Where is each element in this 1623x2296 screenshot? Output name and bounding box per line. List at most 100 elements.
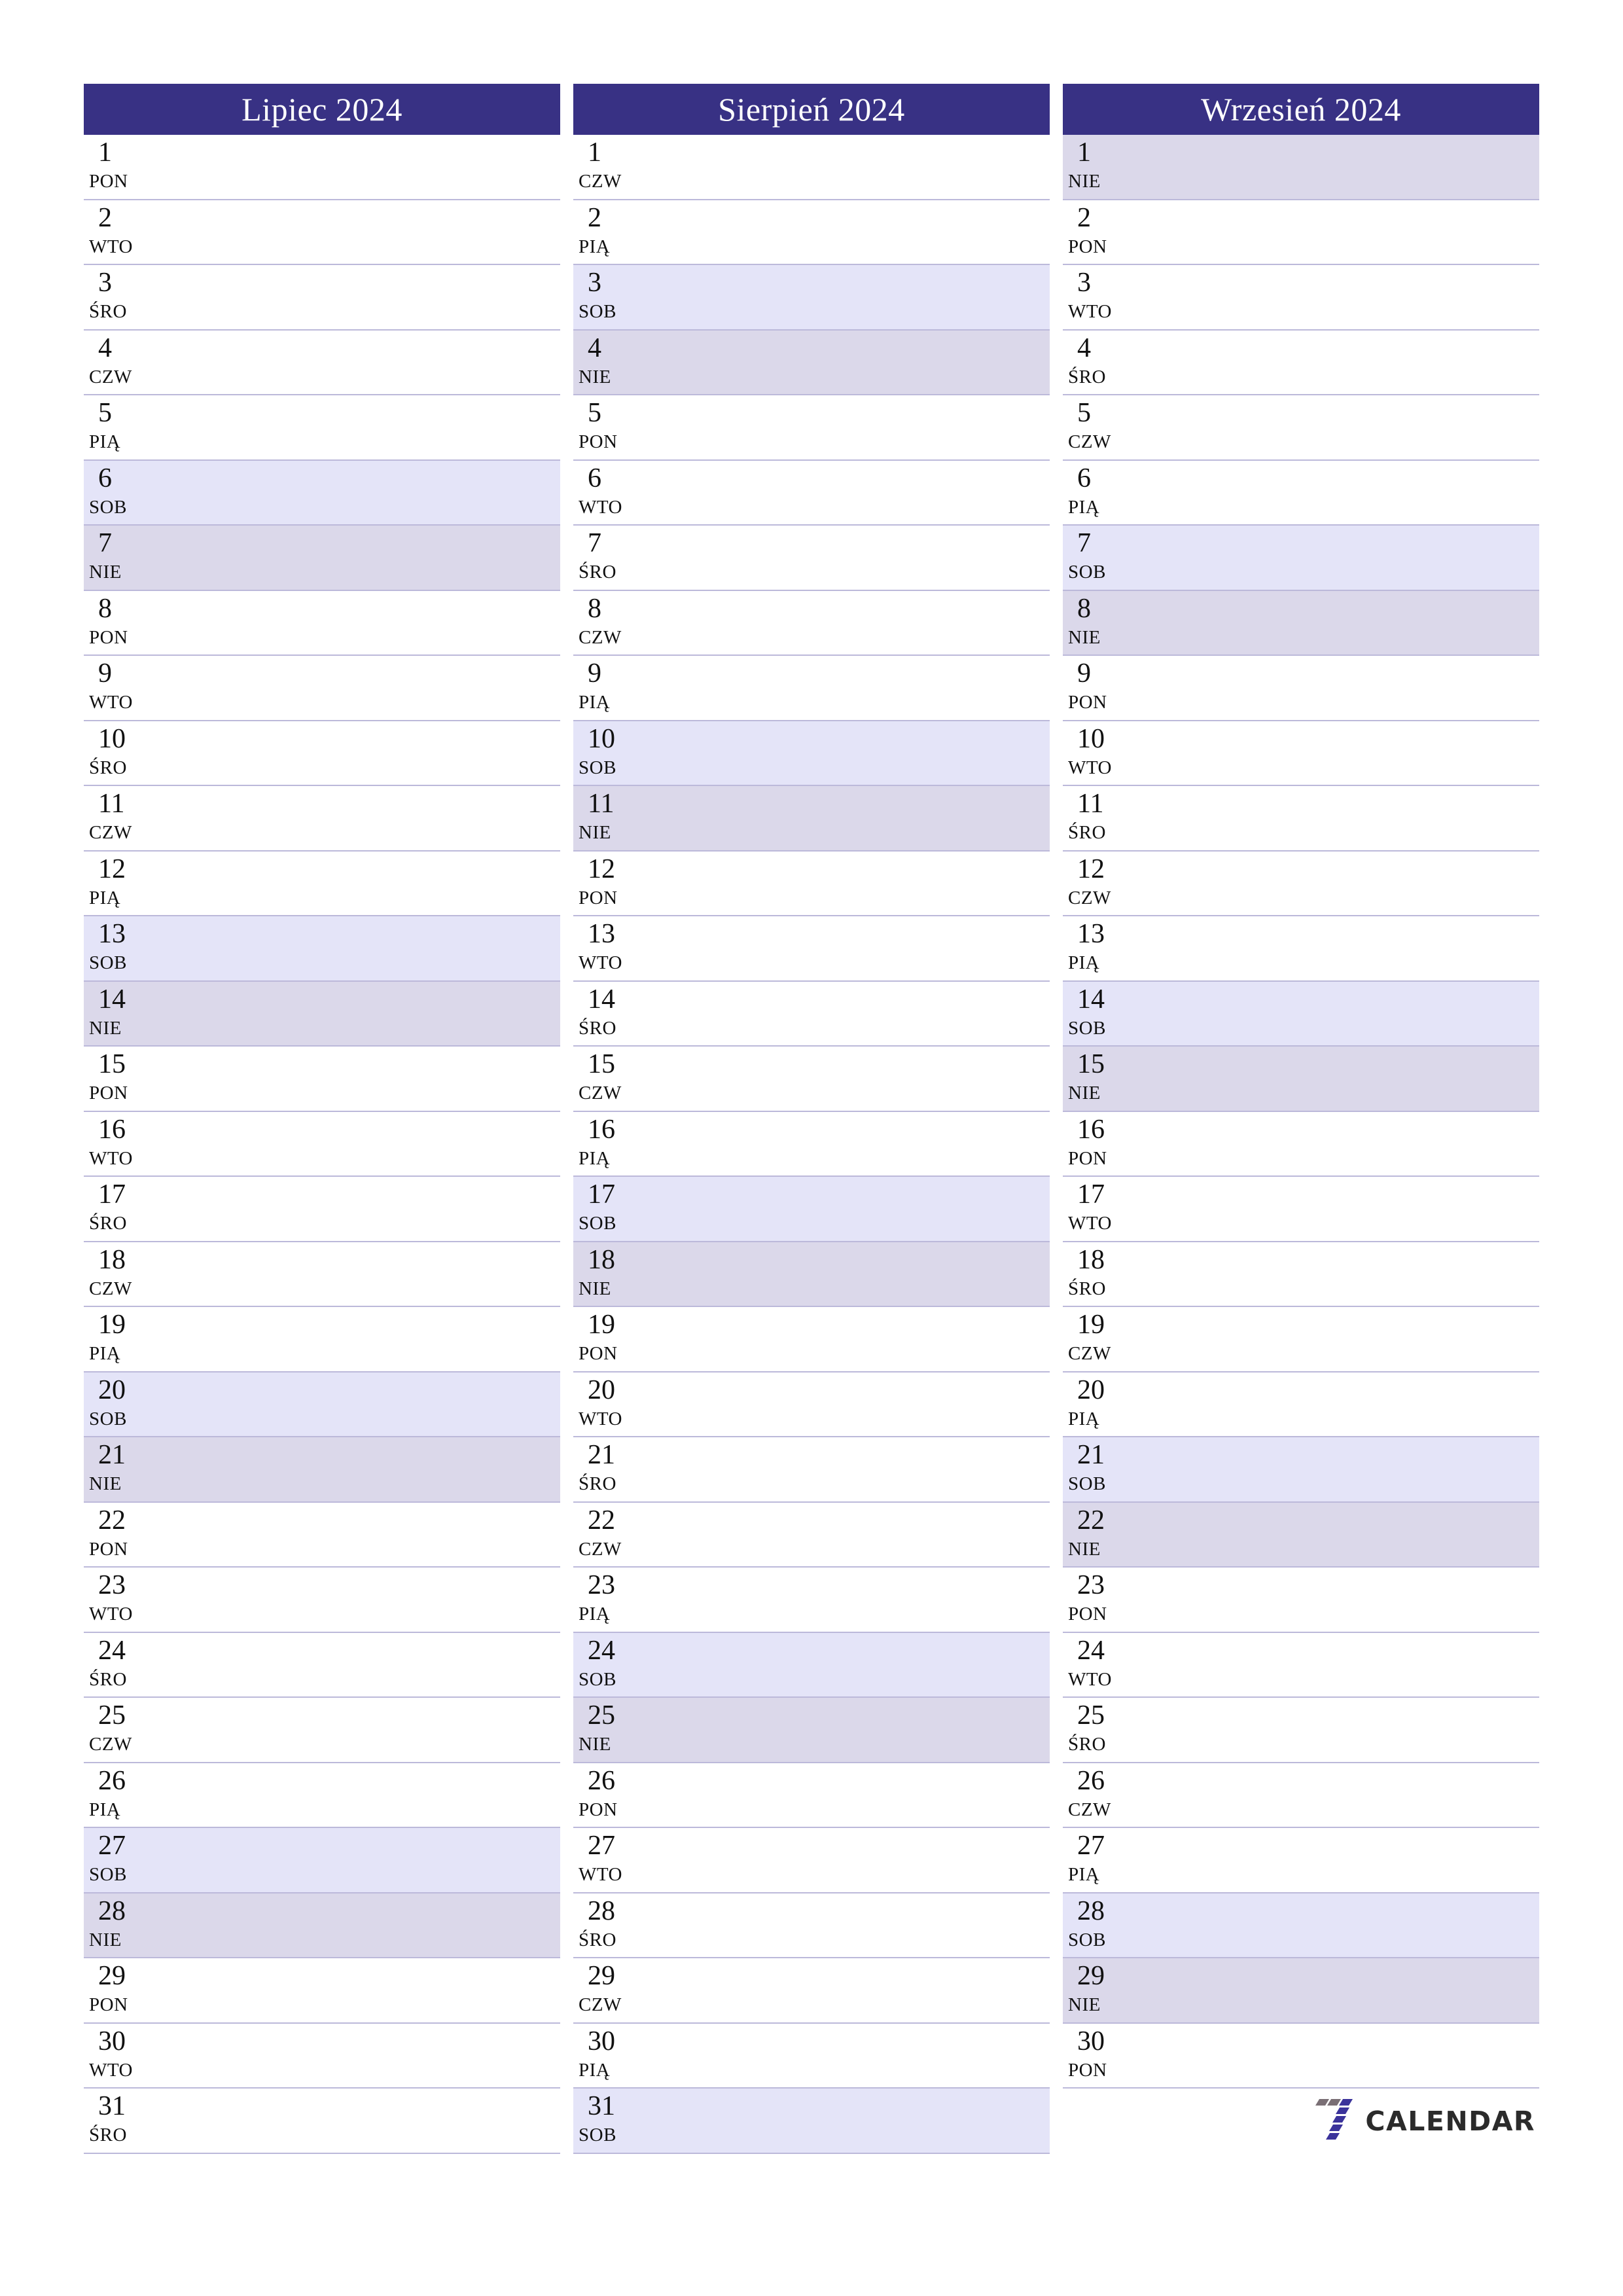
day-row[interactable]: 6 WTO <box>573 460 1050 526</box>
day-row[interactable]: 18 ŚRO <box>1063 1242 1539 1307</box>
day-row[interactable]: 1 PON <box>84 135 560 200</box>
day-row[interactable]: 3 SOB <box>573 265 1050 331</box>
day-row[interactable]: 17 WTO <box>1063 1177 1539 1242</box>
day-row[interactable]: 30 PON <box>1063 2023 1539 2089</box>
day-row[interactable]: 2 WTO <box>84 200 560 265</box>
day-row[interactable]: 28 NIE <box>84 1893 560 1958</box>
day-row[interactable]: 16 WTO <box>84 1111 560 1177</box>
day-row[interactable]: 15 CZW <box>573 1047 1050 1112</box>
day-row[interactable]: 10 WTO <box>1063 721 1539 786</box>
day-weekday: PON <box>579 431 618 452</box>
day-row[interactable]: 21 NIE <box>84 1437 560 1503</box>
day-row[interactable]: 15 NIE <box>1063 1047 1539 1112</box>
day-row[interactable]: 29 CZW <box>573 1958 1050 2024</box>
day-row[interactable]: 22 PON <box>84 1502 560 1568</box>
day-row[interactable]: 7 SOB <box>1063 526 1539 591</box>
day-row[interactable]: 10 ŚRO <box>84 721 560 786</box>
day-row[interactable]: 31 SOB <box>573 2089 1050 2154</box>
day-row[interactable]: 7 NIE <box>84 526 560 591</box>
day-row[interactable]: 26 PIĄ <box>84 1763 560 1828</box>
day-row[interactable]: 12 PON <box>573 851 1050 916</box>
day-row[interactable]: 4 CZW <box>84 330 560 395</box>
day-row[interactable]: 23 PIĄ <box>573 1568 1050 1633</box>
day-row[interactable]: 25 CZW <box>84 1698 560 1763</box>
day-row[interactable]: 19 CZW <box>1063 1307 1539 1372</box>
day-row[interactable]: 8 CZW <box>573 590 1050 656</box>
day-row[interactable]: 9 WTO <box>84 656 560 721</box>
day-row[interactable]: 25 NIE <box>573 1698 1050 1763</box>
day-row[interactable]: 19 PIĄ <box>84 1307 560 1372</box>
day-row[interactable]: 29 NIE <box>1063 1958 1539 2024</box>
day-row[interactable]: 11 CZW <box>84 786 560 852</box>
day-row[interactable]: 27 WTO <box>573 1828 1050 1893</box>
day-number: 25 <box>588 1700 615 1731</box>
day-row[interactable]: 8 PON <box>84 590 560 656</box>
day-row[interactable]: 20 WTO <box>573 1372 1050 1437</box>
day-row[interactable]: 17 SOB <box>573 1177 1050 1242</box>
day-row[interactable]: 26 PON <box>573 1763 1050 1828</box>
day-row[interactable]: 28 ŚRO <box>573 1893 1050 1958</box>
day-row[interactable]: 14 SOB <box>1063 981 1539 1047</box>
day-row[interactable]: 4 NIE <box>573 330 1050 395</box>
day-row[interactable]: 10 SOB <box>573 721 1050 786</box>
day-row[interactable]: 27 PIĄ <box>1063 1828 1539 1893</box>
day-row[interactable]: 23 PON <box>1063 1568 1539 1633</box>
day-row[interactable]: 28 SOB <box>1063 1893 1539 1958</box>
day-row[interactable]: 1 CZW <box>573 135 1050 200</box>
day-row[interactable]: 14 NIE <box>84 981 560 1047</box>
day-row[interactable]: 3 WTO <box>1063 265 1539 331</box>
day-row[interactable]: 5 CZW <box>1063 395 1539 461</box>
day-row[interactable]: 11 NIE <box>573 786 1050 852</box>
day-row[interactable]: 12 CZW <box>1063 851 1539 916</box>
day-row[interactable]: 11 ŚRO <box>1063 786 1539 852</box>
day-row[interactable]: 31 ŚRO <box>84 2089 560 2154</box>
day-number: 29 <box>98 1961 126 1991</box>
day-row[interactable]: 2 PIĄ <box>573 200 1050 265</box>
day-row[interactable]: 17 ŚRO <box>84 1177 560 1242</box>
day-row[interactable]: 20 PIĄ <box>1063 1372 1539 1437</box>
day-row[interactable]: 7 ŚRO <box>573 526 1050 591</box>
day-row[interactable]: 4 ŚRO <box>1063 330 1539 395</box>
day-row[interactable]: 18 CZW <box>84 1242 560 1307</box>
day-weekday: WTO <box>579 1408 623 1429</box>
day-row[interactable]: 21 ŚRO <box>573 1437 1050 1503</box>
day-row[interactable]: 30 PIĄ <box>573 2023 1050 2089</box>
day-row[interactable]: 24 ŚRO <box>84 1632 560 1698</box>
day-row[interactable]: 24 SOB <box>573 1632 1050 1698</box>
day-row[interactable]: 18 NIE <box>573 1242 1050 1307</box>
day-row[interactable]: 5 PIĄ <box>84 395 560 461</box>
day-row[interactable]: 3 ŚRO <box>84 265 560 331</box>
day-row[interactable]: 6 SOB <box>84 460 560 526</box>
day-row[interactable]: 15 PON <box>84 1047 560 1112</box>
day-row[interactable]: 22 CZW <box>573 1502 1050 1568</box>
day-row[interactable]: 23 WTO <box>84 1568 560 1633</box>
day-row[interactable]: 21 SOB <box>1063 1437 1539 1503</box>
day-row[interactable]: 30 WTO <box>84 2023 560 2089</box>
day-row[interactable]: 1 NIE <box>1063 135 1539 200</box>
day-number: 4 <box>1077 332 1091 363</box>
day-row[interactable]: 20 SOB <box>84 1372 560 1437</box>
day-row[interactable]: 24 WTO <box>1063 1632 1539 1698</box>
day-row[interactable]: 5 PON <box>573 395 1050 461</box>
day-weekday: PIĄ <box>579 1604 611 1624</box>
day-row[interactable]: 12 PIĄ <box>84 851 560 916</box>
day-row[interactable]: 2 PON <box>1063 200 1539 265</box>
day-number: 30 <box>98 2026 126 2056</box>
day-row[interactable]: 29 PON <box>84 1958 560 2024</box>
day-row[interactable]: 25 ŚRO <box>1063 1698 1539 1763</box>
day-row[interactable]: 22 NIE <box>1063 1502 1539 1568</box>
day-row[interactable]: 9 PON <box>1063 656 1539 721</box>
day-row[interactable]: 13 WTO <box>573 916 1050 982</box>
day-row[interactable]: 16 PON <box>1063 1111 1539 1177</box>
day-row[interactable]: 13 PIĄ <box>1063 916 1539 982</box>
day-row[interactable]: 14 ŚRO <box>573 981 1050 1047</box>
day-weekday: PON <box>89 1083 128 1103</box>
day-row[interactable]: 27 SOB <box>84 1828 560 1893</box>
day-row[interactable]: 16 PIĄ <box>573 1111 1050 1177</box>
day-row[interactable]: 8 NIE <box>1063 590 1539 656</box>
day-row[interactable]: 13 SOB <box>84 916 560 982</box>
day-row[interactable]: 6 PIĄ <box>1063 460 1539 526</box>
day-row[interactable]: 9 PIĄ <box>573 656 1050 721</box>
day-row[interactable]: 26 CZW <box>1063 1763 1539 1828</box>
day-row[interactable]: 19 PON <box>573 1307 1050 1372</box>
